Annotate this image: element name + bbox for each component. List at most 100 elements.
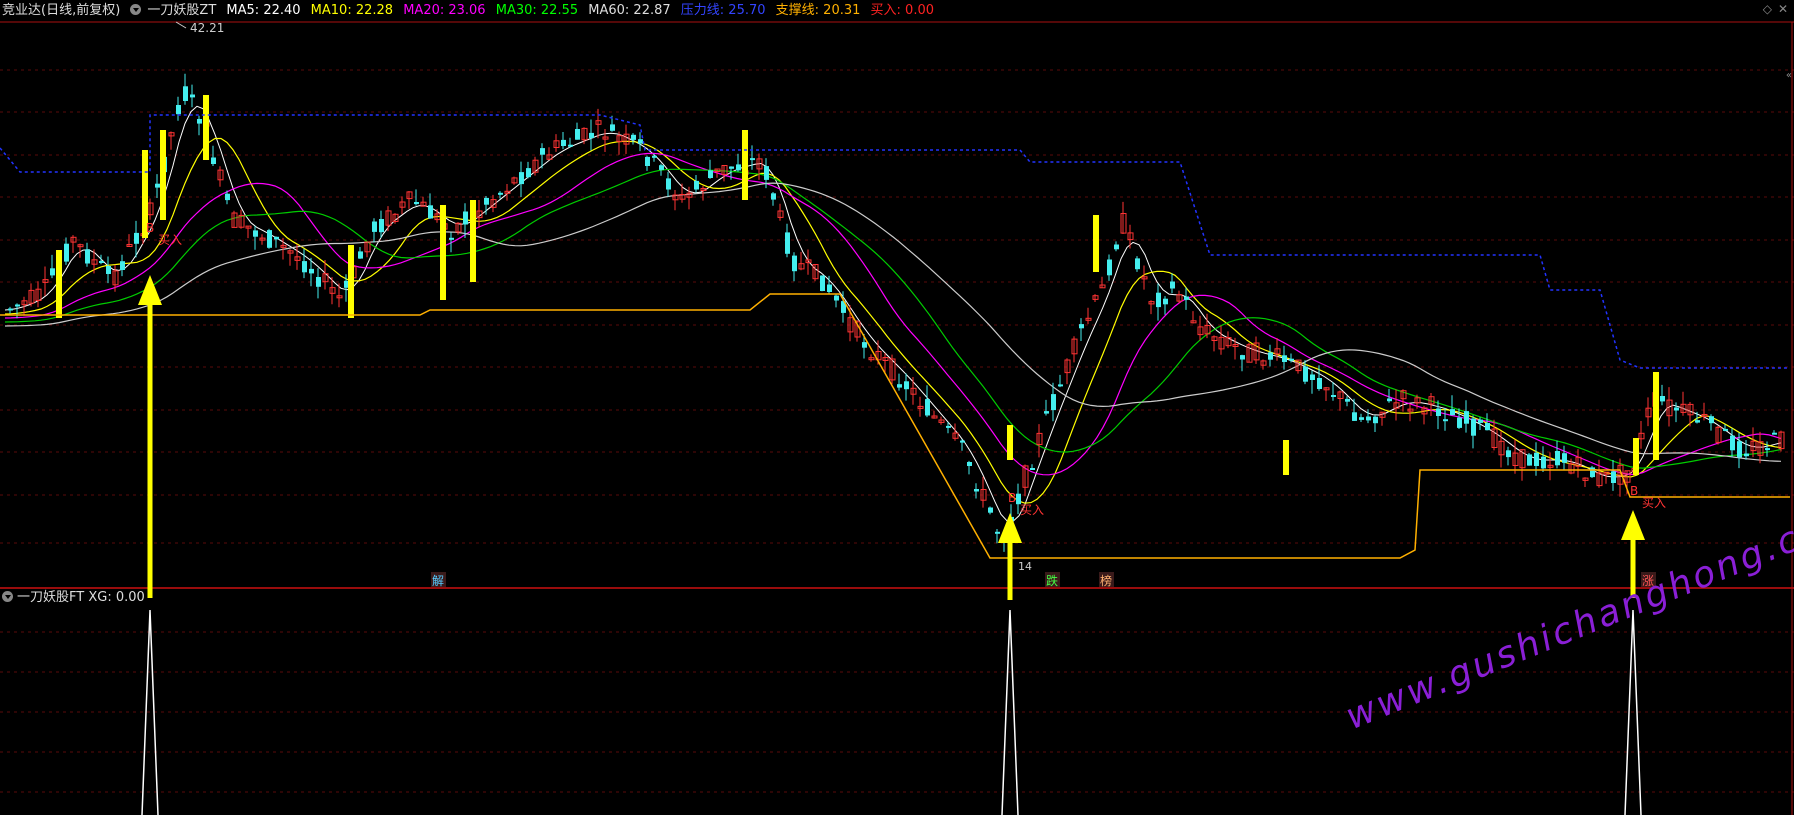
candle-body xyxy=(540,148,545,155)
candle-body xyxy=(316,277,321,287)
candle-body xyxy=(463,211,468,225)
candle-body xyxy=(1506,450,1511,458)
candle-body xyxy=(960,440,965,443)
stock-title: 竞业达(日线,前复权) xyxy=(2,3,121,18)
candle-body xyxy=(1485,423,1490,431)
diamond-icon[interactable]: ◇ xyxy=(1763,2,1772,16)
candle-body xyxy=(1135,258,1140,270)
candle-body xyxy=(1310,374,1315,380)
candle-body xyxy=(1695,420,1700,423)
ma60-value: MA60: 22.87 xyxy=(588,3,671,18)
buy-marker: B xyxy=(146,221,154,235)
candle-body xyxy=(666,178,671,190)
support-value: 支撑线: 20.31 xyxy=(775,3,861,18)
candle-body xyxy=(106,266,111,274)
candle-body xyxy=(267,230,272,248)
candle-body xyxy=(988,507,993,513)
candle-body xyxy=(155,183,160,188)
price-chart[interactable]: B买入B买入B买入42.2114解跌榜涨 xyxy=(0,0,1794,815)
candle-body xyxy=(631,134,636,140)
candle-body xyxy=(1184,296,1189,300)
candle-body xyxy=(1317,378,1322,389)
candle-body xyxy=(274,236,279,240)
signal-bar xyxy=(1633,438,1639,475)
candle-body xyxy=(904,381,909,390)
ma30-value: MA30: 22.55 xyxy=(495,3,579,18)
buy-label: 买入 xyxy=(1642,496,1666,510)
candle-body xyxy=(1387,398,1392,402)
signal-bar xyxy=(1007,425,1013,460)
sub-header: 一刀妖股FT XG: 0.00 xyxy=(2,589,145,607)
candle-body xyxy=(64,243,69,262)
candle-body xyxy=(519,172,524,185)
candle-body xyxy=(659,165,664,170)
signal-bar xyxy=(1653,372,1659,460)
buy-value: 买入: 0.00 xyxy=(870,3,935,18)
candle-body xyxy=(561,139,566,146)
candle-body xyxy=(449,237,454,240)
candle-body xyxy=(750,158,755,161)
close-icon[interactable]: ✕ xyxy=(1778,2,1788,16)
candle-body xyxy=(253,230,258,237)
candle-body xyxy=(1772,432,1777,435)
candle-body xyxy=(1345,398,1350,402)
signal-bar xyxy=(1283,440,1289,475)
candle-body xyxy=(1352,412,1357,421)
candle-body xyxy=(414,202,419,205)
candle-body xyxy=(736,164,741,171)
ma5-value: MA5: 22.40 xyxy=(226,3,301,18)
candle-body xyxy=(1282,355,1287,362)
expand-icon[interactable]: « xyxy=(1786,70,1792,81)
signal-bar xyxy=(470,200,476,282)
candle-body xyxy=(1373,416,1378,424)
window-controls: ◇ ✕ xyxy=(1757,2,1788,16)
candle-body xyxy=(785,232,790,254)
candle-body xyxy=(134,232,139,244)
tag-label: 跌 xyxy=(1046,573,1058,588)
candle-body xyxy=(309,268,314,274)
candle-body xyxy=(176,105,181,115)
chart-header: 竞业达(日线,前复权) 一刀妖股ZT MA5: 22.40 MA10: 22.2… xyxy=(2,2,940,20)
candle-body xyxy=(197,119,202,124)
candle-body xyxy=(967,462,972,466)
candle-body xyxy=(568,144,573,147)
candle-body xyxy=(792,255,797,272)
candle-body xyxy=(1590,467,1595,478)
ma20-value: MA20: 23.06 xyxy=(403,3,486,18)
sub-indicator-name[interactable]: 一刀妖股FT xyxy=(17,590,84,605)
candle-body xyxy=(484,197,489,205)
candle-body xyxy=(1359,417,1364,420)
candle-body xyxy=(372,221,377,232)
dropdown-icon[interactable] xyxy=(130,4,142,15)
candle-body xyxy=(1527,454,1532,466)
candle-body xyxy=(99,261,104,263)
candle-body xyxy=(1058,384,1063,387)
candle-body xyxy=(1289,358,1294,361)
candle-body xyxy=(1709,416,1714,424)
indicator-name[interactable]: 一刀妖股ZT xyxy=(147,3,216,18)
candle-body xyxy=(1044,411,1049,414)
candle-body xyxy=(358,251,363,259)
candle-body xyxy=(995,531,1000,534)
candle-body xyxy=(225,193,230,201)
signal-bar xyxy=(160,130,166,220)
candle-body xyxy=(1240,355,1245,360)
candle-body xyxy=(652,155,657,158)
candle-body xyxy=(526,168,531,178)
candle-body xyxy=(1051,394,1056,411)
tag-label: 解 xyxy=(432,574,444,588)
candle-body xyxy=(1170,281,1175,289)
candle-body xyxy=(610,124,615,131)
candle-body xyxy=(1611,471,1616,483)
candle-body xyxy=(379,219,384,233)
candle-body xyxy=(1030,468,1035,470)
candle-body xyxy=(764,166,769,180)
high-label: 42.21 xyxy=(190,21,224,35)
candle-body xyxy=(820,275,825,291)
candle-body xyxy=(15,304,20,307)
candle-body xyxy=(1436,408,1441,416)
dropdown-icon[interactable] xyxy=(2,591,13,602)
candle-body xyxy=(1366,416,1371,421)
candle-body xyxy=(589,132,594,139)
candle-body xyxy=(1163,298,1168,305)
